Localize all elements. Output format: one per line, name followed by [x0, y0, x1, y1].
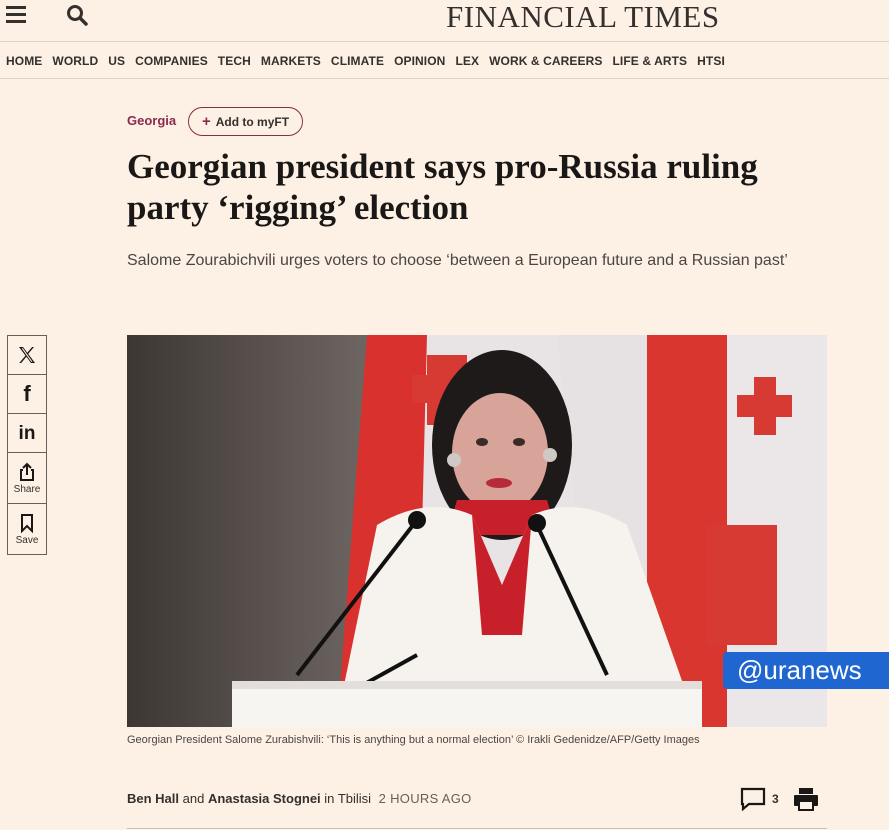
share-x-button[interactable]	[7, 335, 47, 375]
uranews-watermark: @uranews	[723, 652, 889, 689]
masthead-logo[interactable]: FINANCIAL TIMES	[446, 0, 720, 35]
share-icon	[20, 462, 34, 481]
article-standfirst: Salome Zourabichvili urges voters to cho…	[127, 252, 788, 269]
linkedin-icon: in	[18, 422, 36, 444]
topic-link[interactable]: Georgia	[127, 113, 176, 128]
divider	[127, 828, 827, 829]
nav-item-life-arts[interactable]: LIFE & ARTS	[612, 54, 687, 68]
comment-count: 3	[772, 792, 779, 806]
search-icon[interactable]	[66, 4, 88, 26]
plus-icon: +	[201, 113, 211, 130]
nav-item-world[interactable]: WORLD	[52, 54, 98, 68]
nav-item-tech[interactable]: TECH	[218, 54, 251, 68]
top-bar: FINANCIAL TIMES	[0, 0, 889, 42]
share-facebook-button[interactable]: f	[7, 374, 47, 414]
save-button[interactable]: Save	[7, 503, 47, 555]
add-to-myft-button[interactable]: + Add to myFT	[188, 107, 303, 136]
nav-item-markets[interactable]: MARKETS	[261, 54, 321, 68]
nav-item-opinion[interactable]: OPINION	[394, 54, 445, 68]
nav-item-work-careers[interactable]: WORK & CAREERS	[489, 54, 602, 68]
article-photo	[127, 335, 827, 727]
add-to-myft-label: Add to myFT	[215, 114, 290, 129]
nav-item-home[interactable]: HOME	[6, 54, 42, 68]
save-label: Save	[15, 534, 39, 546]
nav-item-lex[interactable]: LEX	[455, 54, 479, 68]
print-icon[interactable]	[793, 786, 819, 812]
comment-icon	[740, 787, 766, 811]
nav-item-us[interactable]: US	[108, 54, 125, 68]
x-icon	[19, 347, 35, 363]
byline: Ben Hall and Anastasia Stognei in Tbilis…	[127, 791, 472, 806]
photo-caption: Georgian President Salome Zurabishvili: …	[127, 734, 700, 746]
byline-location-prefix: in	[324, 791, 335, 806]
share-label: Share	[13, 483, 41, 495]
nav-item-companies[interactable]: COMPANIES	[135, 54, 208, 68]
facebook-icon: f	[23, 381, 31, 406]
author-link[interactable]: Ben Hall	[127, 791, 179, 806]
share-button[interactable]: Share	[7, 452, 47, 504]
main-nav: HOME WORLD US COMPANIES TECH MARKETS CLI…	[0, 43, 889, 79]
bookmark-icon	[21, 513, 33, 533]
menu-icon[interactable]	[6, 6, 28, 24]
article-headline: Georgian president says pro-Russia rulin…	[127, 147, 758, 227]
nav-item-htsi[interactable]: HTSI	[697, 54, 725, 68]
byline-and: and	[182, 791, 205, 806]
share-rail: f in Share Save	[7, 335, 47, 555]
share-linkedin-button[interactable]: in	[7, 413, 47, 453]
publish-time: 2 HOURS AGO	[378, 791, 472, 806]
comments-button[interactable]: 3	[740, 787, 779, 811]
byline-location: Tbilisi	[337, 791, 372, 806]
nav-item-climate[interactable]: CLIMATE	[331, 54, 384, 68]
author-link[interactable]: Anastasia Stognei	[208, 791, 321, 806]
